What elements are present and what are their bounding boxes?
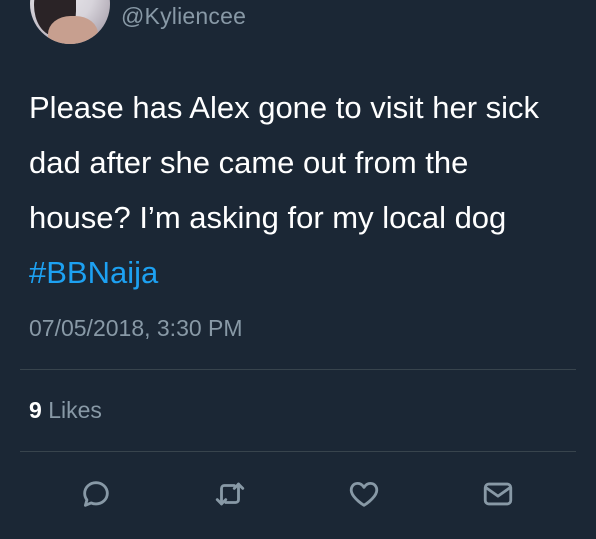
retweet-icon — [215, 482, 245, 506]
likes-stat[interactable]: 9 Likes — [29, 397, 102, 424]
tweet-text: Please has Alex gone to visit her sick d… — [29, 80, 574, 300]
reply-icon — [83, 481, 109, 507]
retweet-button[interactable] — [210, 474, 250, 514]
user-handle[interactable]: @Kyliencee — [121, 3, 246, 30]
action-bar — [0, 474, 596, 514]
reply-button[interactable] — [76, 474, 116, 514]
avatar-shoulder — [48, 16, 98, 44]
like-button[interactable] — [344, 474, 384, 514]
likes-label: Likes — [48, 397, 102, 423]
tweet-timestamp[interactable]: 07/05/2018, 3:30 PM — [29, 315, 243, 342]
avatar[interactable] — [30, 0, 110, 44]
hashtag-link[interactable]: #BBNaija — [29, 255, 158, 290]
direct-message-button[interactable] — [478, 474, 518, 514]
divider-top — [20, 369, 576, 370]
divider-bottom — [20, 451, 576, 452]
heart-icon — [349, 481, 379, 507]
likes-count: 9 — [29, 397, 42, 423]
tweet-body: Please has Alex gone to visit her sick d… — [29, 90, 540, 235]
envelope-icon — [483, 482, 513, 506]
